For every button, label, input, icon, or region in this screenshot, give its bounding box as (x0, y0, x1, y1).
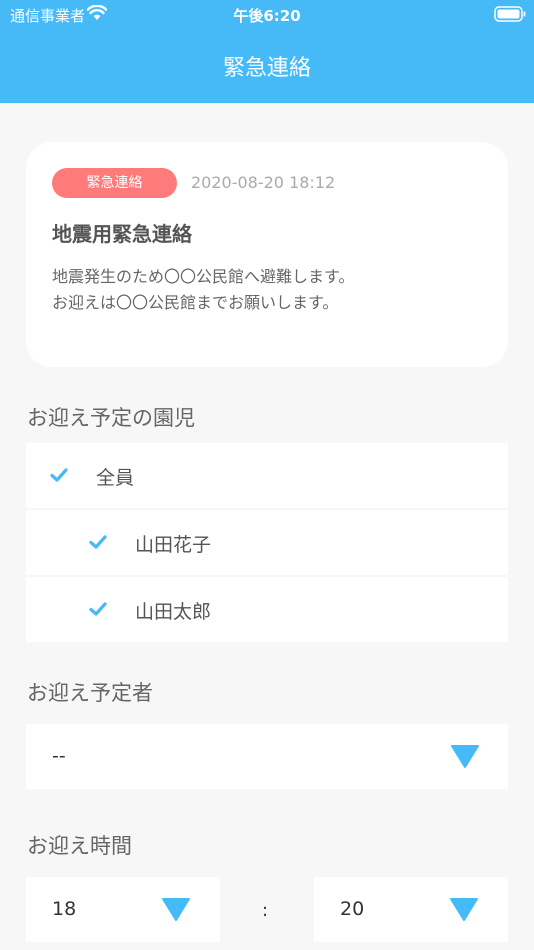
dropdown-triangle-icon (450, 898, 478, 921)
children-section-label: お迎え予定の園児 (27, 406, 195, 430)
message-line: 地震発生のため〇〇公民館へ避難します。 (52, 267, 355, 286)
pickup-person-value: -- (52, 745, 66, 767)
minute-value: 20 (340, 898, 365, 920)
status-time: 午後6:20 (233, 7, 301, 25)
message-body: 地震発生のため〇〇公民館へ避難します。 お迎えは〇〇公民館までお願いします。 (52, 264, 482, 316)
child-row[interactable]: 山田花子 (26, 510, 508, 575)
child-label: 山田花子 (135, 534, 212, 556)
hour-value: 18 (52, 898, 77, 920)
check-icon (89, 535, 107, 549)
dropdown-triangle-icon (162, 898, 190, 921)
child-label: 全員 (96, 467, 135, 489)
message-date: 2020-08-20 18:12 (191, 173, 336, 192)
check-icon (50, 468, 68, 482)
dropdown-triangle-icon (451, 745, 479, 768)
status-bar: 通信事業者 午後6:20 (0, 0, 534, 28)
check-icon (89, 602, 107, 616)
hour-select[interactable]: 18 (26, 877, 220, 942)
message-card: 緊急連絡 2020-08-20 18:12 地震用緊急連絡 地震発生のため〇〇公… (26, 142, 508, 367)
pickup-person-select[interactable]: -- (26, 724, 508, 789)
pickup-time-label: お迎え時間 (27, 834, 132, 858)
battery-icon (494, 6, 526, 22)
emergency-badge: 緊急連絡 (52, 168, 177, 198)
minute-select[interactable]: 20 (314, 877, 508, 942)
time-separator: : (262, 900, 269, 921)
child-row-all[interactable]: 全員 (26, 443, 508, 508)
child-label: 山田太郎 (135, 601, 212, 623)
pickup-person-label: お迎え予定者 (27, 681, 153, 705)
message-line: お迎えは〇〇公民館までお願いします。 (52, 293, 339, 312)
nav-bar: 緊急連絡 (0, 28, 534, 103)
page-title: 緊急連絡 (222, 56, 311, 81)
message-title: 地震用緊急連絡 (52, 222, 192, 246)
child-row[interactable]: 山田太郎 (26, 577, 508, 642)
